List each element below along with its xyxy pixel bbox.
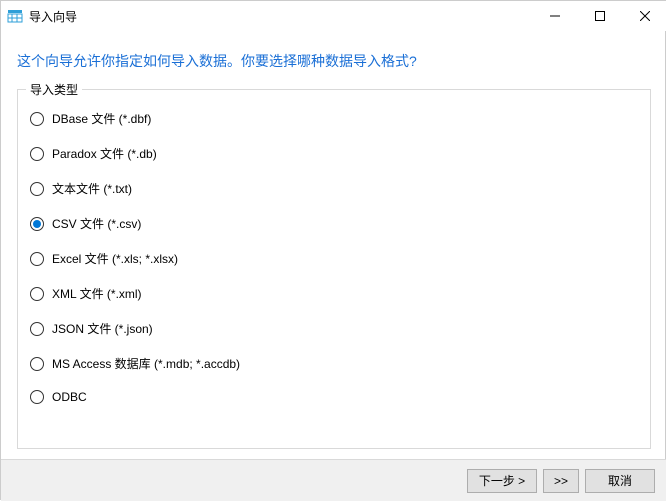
import-type-option[interactable]: CSV 文件 (*.csv): [30, 215, 638, 232]
app-icon: [7, 8, 23, 24]
content-area: 这个向导允许你指定如何导入数据。你要选择哪种数据导入格式? 导入类型 DBase…: [1, 31, 666, 449]
next-button[interactable]: 下一步 >: [467, 469, 537, 493]
radio-icon: [30, 147, 44, 161]
import-type-option[interactable]: DBase 文件 (*.dbf): [30, 110, 638, 127]
radio-label: JSON 文件 (*.json): [52, 320, 153, 337]
radio-label: MS Access 数据库 (*.mdb; *.accdb): [52, 355, 240, 372]
radio-label: CSV 文件 (*.csv): [52, 215, 141, 232]
radio-icon: [30, 322, 44, 336]
minimize-button[interactable]: [532, 1, 577, 31]
radio-icon: [30, 357, 44, 371]
radio-icon: [30, 287, 44, 301]
skip-button[interactable]: >>: [543, 469, 579, 493]
window-title: 导入向导: [29, 8, 77, 25]
import-type-group: 导入类型 DBase 文件 (*.dbf)Paradox 文件 (*.db)文本…: [17, 89, 651, 449]
group-label: 导入类型: [26, 81, 82, 98]
import-type-option[interactable]: 文本文件 (*.txt): [30, 180, 638, 197]
titlebar: 导入向导: [1, 1, 666, 31]
import-type-option[interactable]: Paradox 文件 (*.db): [30, 145, 638, 162]
import-type-option[interactable]: Excel 文件 (*.xls; *.xlsx): [30, 250, 638, 267]
wizard-heading: 这个向导允许你指定如何导入数据。你要选择哪种数据导入格式?: [17, 47, 651, 89]
radio-icon: [30, 112, 44, 126]
radio-label: Paradox 文件 (*.db): [52, 145, 157, 162]
footer-bar: 下一步 > >> 取消: [1, 459, 666, 501]
radio-label: ODBC: [52, 390, 87, 404]
radio-label: DBase 文件 (*.dbf): [52, 110, 151, 127]
radio-icon: [30, 390, 44, 404]
close-button[interactable]: [622, 1, 666, 31]
maximize-button[interactable]: [577, 1, 622, 31]
radio-icon: [30, 182, 44, 196]
radio-label: Excel 文件 (*.xls; *.xlsx): [52, 250, 178, 267]
import-type-option[interactable]: MS Access 数据库 (*.mdb; *.accdb): [30, 355, 638, 372]
import-type-option[interactable]: JSON 文件 (*.json): [30, 320, 638, 337]
import-type-option[interactable]: XML 文件 (*.xml): [30, 285, 638, 302]
radio-icon: [30, 252, 44, 266]
import-type-option[interactable]: ODBC: [30, 390, 638, 404]
radio-icon: [30, 217, 44, 231]
radio-label: XML 文件 (*.xml): [52, 285, 142, 302]
radio-label: 文本文件 (*.txt): [52, 180, 132, 197]
cancel-button[interactable]: 取消: [585, 469, 655, 493]
